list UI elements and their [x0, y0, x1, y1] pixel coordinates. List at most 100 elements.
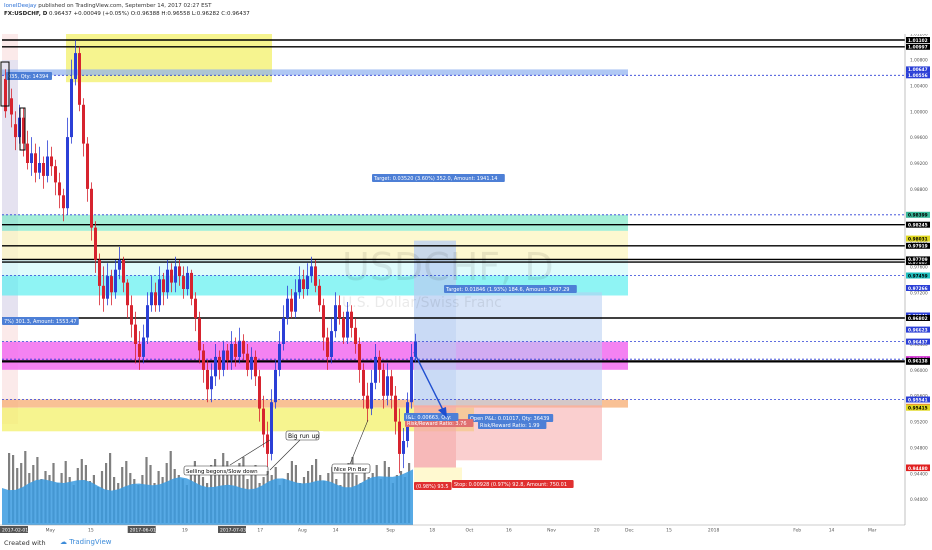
candle-body: [26, 143, 29, 163]
author-link[interactable]: IonelDeejay: [4, 3, 37, 9]
price-label: 0.96437: [908, 339, 928, 345]
time-tick: Mar: [868, 528, 877, 534]
candle-body: [50, 156, 53, 167]
watermark-symbol: USDCHF, D: [342, 245, 554, 289]
time-tick: 2017-07-03: [220, 528, 246, 534]
price-tick: 0.94000: [910, 497, 928, 503]
time-tick: 2017-02-01: [2, 528, 28, 534]
time-tick: Dec: [625, 528, 634, 534]
risk-reward-label: Risk/Reward Ratio: 1.99: [480, 423, 540, 429]
candle-body: [306, 276, 309, 289]
time-tick: 2018: [708, 528, 720, 534]
price-label: 0.97709: [908, 257, 928, 263]
candle-body: [350, 311, 353, 328]
candle-body: [390, 376, 393, 396]
candle-body: [122, 260, 125, 283]
candle-body: [382, 369, 385, 396]
candle-body: [230, 344, 233, 361]
price-label: 0.97266: [908, 286, 928, 292]
candle-body: [374, 356, 377, 383]
left-qty-label: 035, Qty: 14394: [8, 74, 48, 80]
candle-body: [266, 434, 269, 454]
ohlc-low: L:0.96282: [191, 11, 220, 17]
candle-body: [82, 104, 85, 144]
price-label: 0.96802: [908, 316, 928, 322]
stop-pct-label: (0.98%) 93.5: [416, 484, 449, 490]
stop-zone-2: [456, 405, 602, 461]
candle-body: [214, 356, 217, 377]
candle-body: [30, 153, 33, 163]
candle-body: [154, 292, 157, 306]
candle-body: [358, 344, 361, 370]
time-tick: 18: [429, 528, 435, 534]
candle-body: [370, 382, 373, 409]
candle-body: [106, 276, 109, 299]
candle-body: [234, 344, 237, 357]
price-chart[interactable]: Target: 0.03520 (3.60%) 352.0, Amount: 1…: [0, 0, 932, 550]
price-label: 0.96138: [908, 359, 928, 365]
candle-body: [78, 53, 81, 105]
candle-body: [410, 356, 413, 403]
candle-body: [386, 376, 389, 396]
candle-body: [98, 260, 101, 286]
candle-body: [102, 285, 105, 299]
candle-body: [326, 337, 329, 357]
time-tick: Aug: [298, 528, 307, 534]
candle-body: [322, 305, 325, 338]
price-label: 1.01102: [908, 38, 928, 44]
candle-body: [74, 53, 77, 79]
price-label: 0.95415: [908, 406, 928, 412]
price-label: 0.97459: [908, 273, 928, 279]
price-label: 1.00997: [908, 45, 928, 51]
price-tick: 1.00800: [910, 58, 928, 64]
price-tick: 1.00400: [910, 83, 928, 89]
candle-body: [10, 98, 13, 115]
candle-body: [226, 350, 229, 361]
candle-body: [330, 331, 333, 357]
candle-body: [118, 260, 121, 270]
candle-body: [346, 311, 349, 338]
candle-body: [338, 305, 341, 319]
price-label: 1.00647: [908, 67, 928, 73]
candle-body: [222, 350, 225, 370]
price-label: 1.00556: [908, 73, 928, 79]
candle-body: [186, 272, 189, 290]
time-tick: 15: [666, 528, 672, 534]
candle-body: [126, 282, 129, 306]
price-tick: 0.99600: [910, 135, 928, 141]
big-run-up-label: Big run up: [288, 433, 319, 440]
candle-body: [14, 124, 17, 138]
zone-yellow-lower: [2, 407, 474, 432]
risk-reward-2-label: Risk/Reward Ratio: 3.76: [407, 421, 467, 427]
candle-body: [210, 376, 213, 390]
candle-body: [354, 327, 357, 344]
time-tick: 15: [88, 528, 94, 534]
candle-body: [294, 292, 297, 312]
price-label: 0.97919: [908, 244, 928, 250]
time-tick: 19: [182, 528, 188, 534]
price-tick: 0.94800: [910, 445, 928, 451]
candle-body: [170, 269, 173, 283]
candle-body: [66, 137, 69, 209]
target-1-label: Target: 0.03520 (3.60%) 352.0, Amount: 1…: [373, 176, 497, 182]
candle-body: [286, 298, 289, 319]
price-tick: 0.95200: [910, 420, 928, 426]
price-label: 0.98031: [908, 236, 928, 242]
candle-body: [46, 156, 49, 176]
candle-body: [142, 337, 145, 357]
tradingview-brand-link[interactable]: ☁ TradingView: [60, 538, 112, 546]
candle-body: [334, 305, 337, 332]
candle-body: [146, 305, 149, 338]
candle-body: [274, 369, 277, 403]
candle-body: [182, 276, 185, 289]
stop-label: Stop: 0.00928 (0.97%) 92.8, Amount: 750.…: [454, 482, 567, 488]
candle-body: [378, 356, 381, 370]
time-tick: 16: [506, 528, 512, 534]
candle-body: [42, 163, 45, 176]
tradingview-logo-icon: ☁: [60, 538, 67, 546]
candle-body: [282, 318, 285, 344]
candle-body: [90, 188, 93, 228]
candle-body: [238, 340, 241, 357]
candle-body: [174, 266, 177, 283]
candle-body: [258, 376, 261, 409]
